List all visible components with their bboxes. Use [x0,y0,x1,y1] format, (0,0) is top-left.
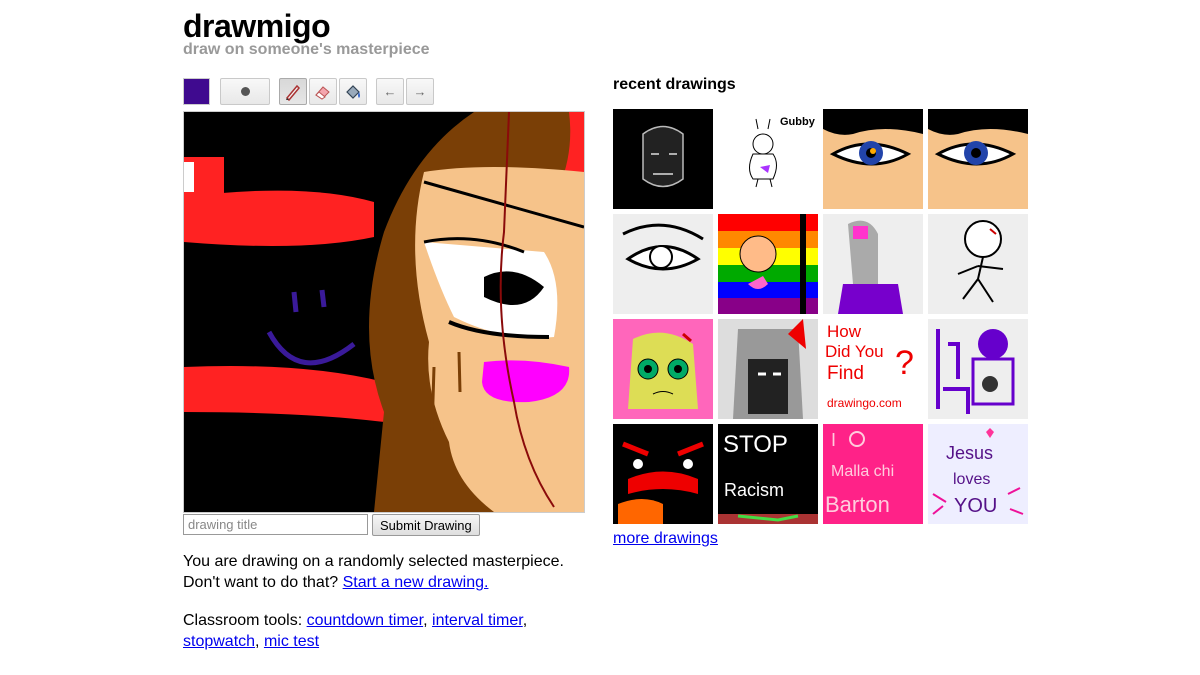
info-line1: You are drawing on a randomly selected m… [183,553,564,570]
undo-button[interactable]: ← [376,78,404,105]
thumb-find-text: Find [827,363,864,384]
redo-button[interactable]: → [406,78,434,105]
thumb-barton-text: Barton [825,492,890,517]
pencil-icon [285,84,301,101]
start-new-drawing-link[interactable]: Start a new drawing. [343,574,489,591]
recent-drawings-grid: Gubby How Did You Find ? drawingo.com ST… [613,109,1033,529]
recent-drawing-thumb[interactable]: How Did You Find ? drawingo.com [823,319,923,419]
classroom-tools: Classroom tools: countdown timer, interv… [183,612,528,650]
recent-drawing-thumb[interactable]: Jesus loves YOU [928,424,1028,524]
recent-drawing-thumb[interactable] [613,319,713,419]
recent-drawing-thumb[interactable] [718,319,818,419]
info-text: You are drawing on a randomly selected m… [183,551,603,593]
thumb-jesus-text: Jesus [946,443,993,463]
thumb-didyou-text: Did You [825,342,884,361]
stopwatch-link[interactable]: stopwatch [183,633,255,650]
thumb-malla-text: Malla chi [831,463,894,480]
submit-drawing-button[interactable]: Submit Drawing [372,514,480,536]
recent-drawing-thumb[interactable] [613,214,713,314]
thumb-loves-text: loves [953,471,990,488]
thumb-how-text: How [827,322,862,341]
eraser-tool-button[interactable] [309,78,337,105]
drawing-title-input[interactable] [183,514,368,535]
recent-drawing-thumb[interactable] [928,214,1028,314]
info-line2-prefix: Don't want to do that? [183,574,339,591]
more-drawings-link[interactable]: more drawings [613,530,718,548]
classroom-prefix: Classroom tools: [183,612,303,629]
masterpiece-drawing [184,112,584,512]
recent-drawing-thumb[interactable] [823,214,923,314]
thumb-question-text: ? [895,344,914,382]
gubby-text: Gubby [780,116,816,128]
drawing-canvas[interactable] [183,111,585,513]
fill-bucket-icon [346,84,360,99]
thumb-i-text: I [831,430,836,450]
mic-test-link[interactable]: mic test [264,633,319,650]
app-subtitle: draw on someone's masterpiece [183,41,430,58]
color-picker-swatch[interactable] [183,78,210,105]
fill-tool-button[interactable] [339,78,367,105]
thumb-you-text: YOU [954,495,997,517]
thumb-stop-text: STOP [723,431,788,458]
pencil-tool-button[interactable] [279,78,307,105]
recent-drawings-heading: recent drawings [613,76,736,93]
recent-drawing-thumb[interactable] [928,319,1028,419]
app-title: drawmigo [183,8,331,44]
recent-drawing-thumb[interactable] [823,109,923,209]
countdown-timer-link[interactable]: countdown timer [307,612,424,629]
recent-drawing-thumb[interactable] [718,214,818,314]
recent-drawing-thumb[interactable] [613,424,713,524]
recent-drawing-thumb[interactable] [928,109,1028,209]
interval-timer-link[interactable]: interval timer [432,612,523,629]
thumb-racism-text: Racism [724,480,784,500]
dot-icon [240,87,250,96]
recent-drawing-thumb[interactable] [613,109,713,209]
recent-drawing-thumb[interactable]: I Malla chi Barton [823,424,923,524]
brush-size-button[interactable] [220,78,270,105]
recent-drawing-thumb[interactable]: Gubby [718,109,818,209]
thumb-site-text: drawingo.com [827,396,902,410]
recent-drawing-thumb[interactable]: STOP Racism [718,424,818,524]
eraser-icon [315,85,330,100]
